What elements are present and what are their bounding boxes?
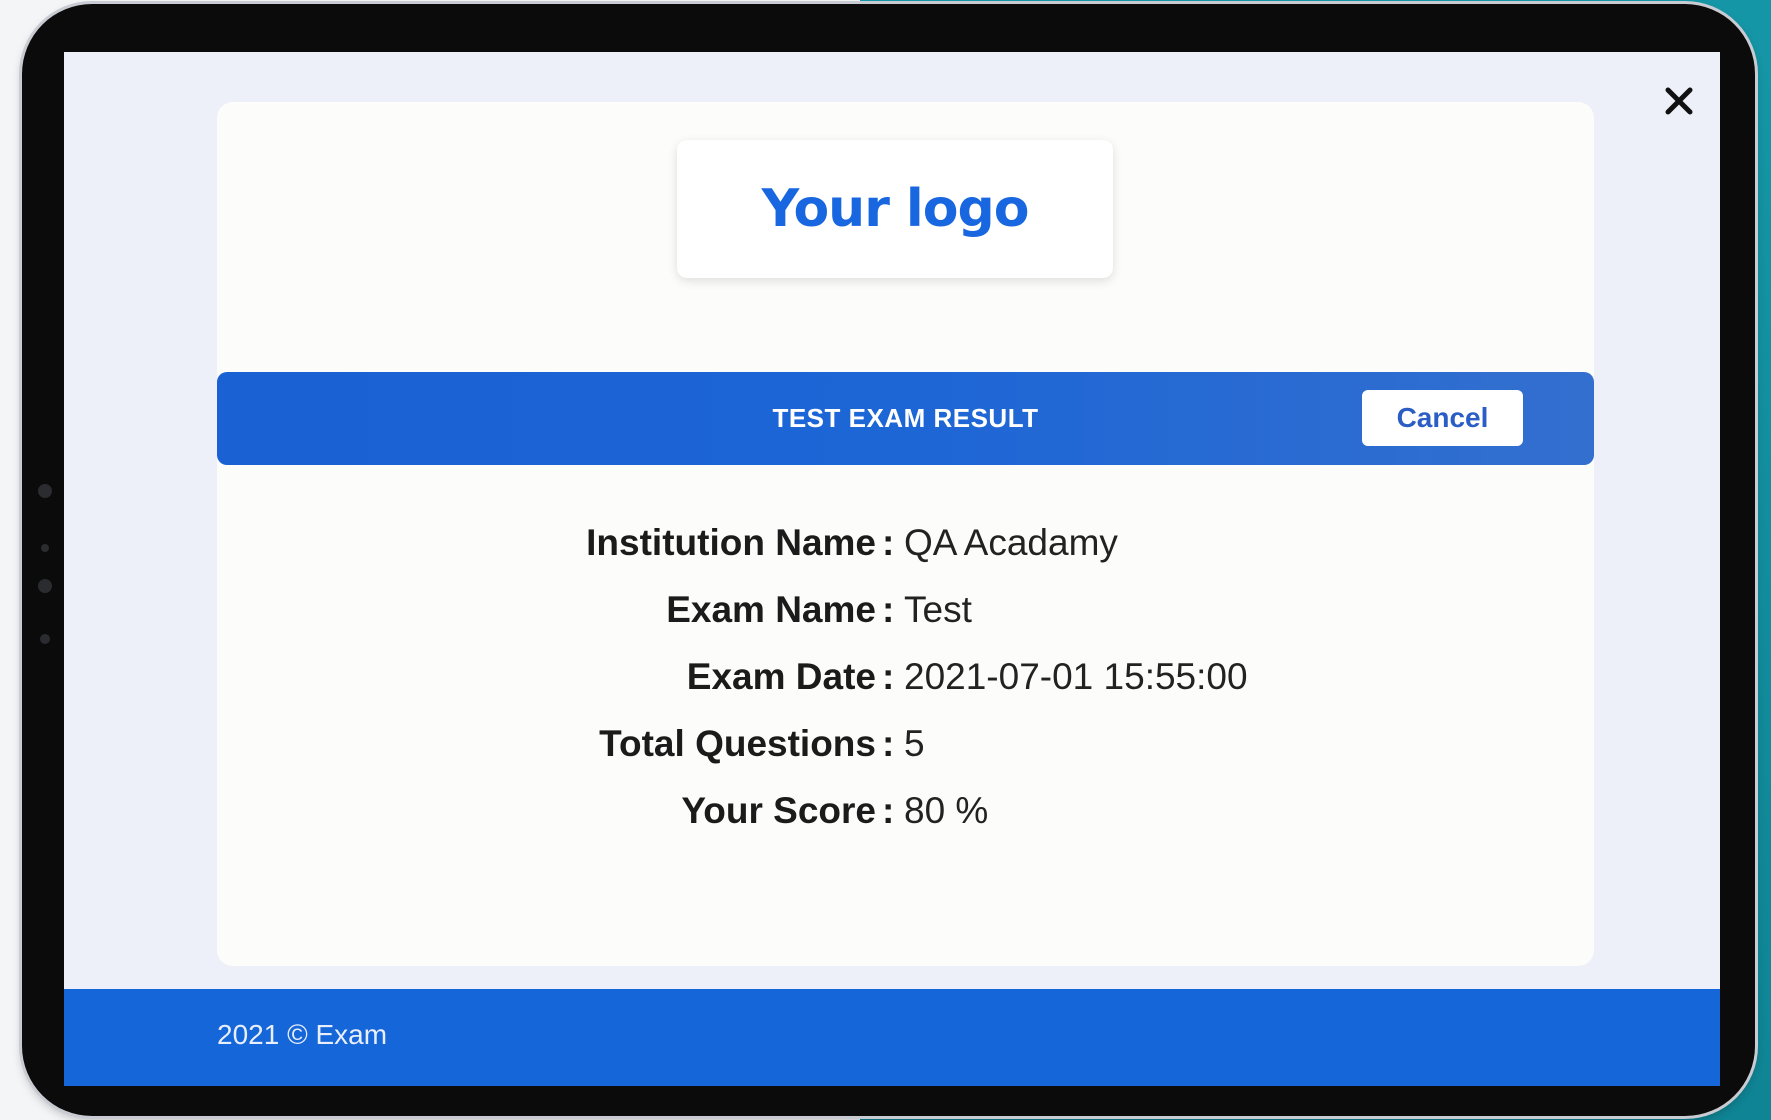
exam-name-value: Test [904, 589, 972, 630]
total-questions-value: 5 [904, 723, 925, 764]
exam-name-row: Exam Name : Test [217, 589, 1594, 649]
score-value: 80 % [904, 790, 989, 831]
footer: 2021 © Exam [64, 989, 1720, 1086]
close-icon [1665, 87, 1693, 115]
result-card: Your logo TEST EXAM RESULT Cancel Instit… [217, 102, 1594, 966]
logo: Your logo [761, 179, 1030, 239]
score-row: Your Score : 80 % [217, 790, 1594, 850]
score-label: Your Score [681, 790, 876, 831]
separator: : [882, 723, 895, 764]
exam-date-label: Exam Date [686, 656, 876, 697]
cancel-button[interactable]: Cancel [1362, 390, 1523, 446]
close-button[interactable] [1658, 80, 1700, 122]
separator: : [882, 656, 895, 697]
exam-date-row: Exam Date : 2021-07-01 15:55:00 [217, 656, 1594, 716]
total-questions-label: Total Questions [599, 723, 876, 764]
tablet-frame: Your logo TEST EXAM RESULT Cancel Instit… [22, 4, 1755, 1116]
institution-name-row: Institution Name : QA Acadamy [217, 522, 1594, 582]
copyright-text: 2021 © Exam [217, 1019, 388, 1050]
separator: : [882, 589, 895, 630]
side-sensors [34, 484, 54, 654]
exam-name-label: Exam Name [666, 589, 876, 630]
logo-box: Your logo [677, 140, 1113, 278]
total-questions-row: Total Questions : 5 [217, 723, 1594, 783]
exam-date-value: 2021-07-01 15:55:00 [904, 656, 1248, 697]
separator: : [882, 522, 895, 563]
app-screen: Your logo TEST EXAM RESULT Cancel Instit… [64, 52, 1720, 1086]
institution-name-value: QA Acadamy [904, 522, 1118, 563]
separator: : [882, 790, 895, 831]
institution-name-label: Institution Name [586, 522, 876, 563]
result-header-bar: TEST EXAM RESULT Cancel [217, 372, 1594, 465]
